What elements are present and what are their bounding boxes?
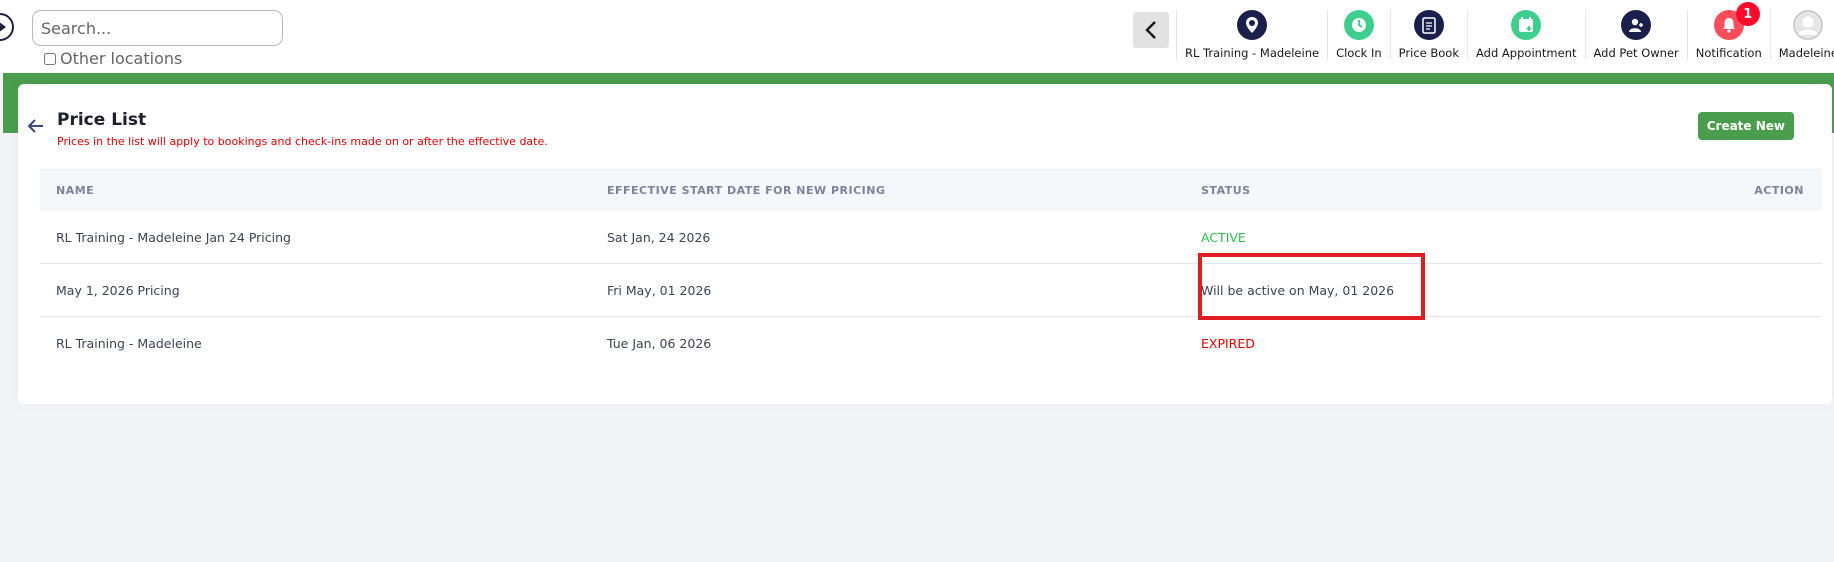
header-name[interactable]: NAME [40, 184, 607, 197]
avatar-icon [1793, 10, 1824, 40]
nav-notification[interactable]: 1 Notification [1686, 2, 1770, 60]
nav-clock-in-label: Clock In [1336, 46, 1382, 60]
row-date: Sat Jan, 24 2026 [607, 229, 711, 245]
nav-user-profile[interactable]: Madeleine [1769, 10, 1834, 60]
page-subtitle: Prices in the list will apply to booking… [57, 135, 548, 148]
sidebar-toggle-button[interactable] [0, 13, 14, 41]
nav-price-book[interactable]: Price Book [1389, 10, 1467, 60]
row-status: EXPIRED [1201, 336, 1255, 351]
table-row[interactable]: May 1, 2026 Pricing Fri May, 01 2026 Wil… [40, 264, 1822, 317]
row-date: Fri May, 01 2026 [607, 282, 712, 298]
add-user-icon [1621, 10, 1652, 40]
nav-clock-in[interactable]: Clock In [1327, 10, 1390, 60]
price-list-table: NAME EFFECTIVE START DATE FOR NEW PRICIN… [40, 169, 1822, 370]
nav-notification-label: Notification [1695, 46, 1762, 60]
row-name[interactable]: RL Training - Madeleine Jan 24 Pricing [40, 230, 607, 245]
row-name[interactable]: May 1, 2026 Pricing [40, 283, 607, 298]
table-row[interactable]: RL Training - Madeleine Jan 24 Pricing S… [40, 211, 1822, 264]
top-nav: RL Training - Madeleine Clock In Price B… [1176, 2, 1834, 60]
nav-location-label: RL Training - Madeleine [1185, 46, 1320, 60]
nav-add-appointment[interactable]: Add Appointment [1467, 10, 1585, 60]
table-header: NAME EFFECTIVE START DATE FOR NEW PRICIN… [40, 169, 1822, 211]
calendar-plus-icon [1511, 10, 1542, 40]
search-input[interactable] [32, 10, 283, 46]
collapse-nav-button[interactable] [1133, 12, 1169, 48]
arrow-left-icon [27, 119, 43, 133]
page-back-button[interactable] [27, 118, 44, 137]
bell-icon: 1 [1713, 2, 1760, 40]
nav-add-appointment-label: Add Appointment [1476, 46, 1577, 60]
nav-price-book-label: Price Book [1398, 46, 1460, 60]
other-locations-check[interactable] [44, 52, 56, 65]
chevron-left-icon [1145, 21, 1156, 39]
location-pin-icon [1237, 10, 1268, 40]
row-status: ACTIVE [1201, 229, 1246, 245]
nav-user-label: Madeleine [1778, 46, 1834, 60]
other-locations-checkbox[interactable]: Other locations [44, 49, 182, 68]
header-action: ACTION [1754, 184, 1804, 197]
clock-icon [1343, 10, 1374, 40]
header-effective-date[interactable]: EFFECTIVE START DATE FOR NEW PRICING [607, 184, 1201, 197]
notification-badge: 1 [1735, 2, 1760, 26]
nav-add-pet-owner[interactable]: Add Pet Owner [1584, 10, 1687, 60]
row-date: Tue Jan, 06 2026 [607, 336, 712, 351]
price-list-card: Price List Prices in the list will apply… [18, 84, 1832, 404]
document-icon [1413, 10, 1444, 40]
row-status: Will be active on May, 01 2026 [1201, 282, 1395, 298]
page-title: Price List [57, 110, 147, 130]
nav-add-pet-owner-label: Add Pet Owner [1593, 46, 1679, 60]
nav-location[interactable]: RL Training - Madeleine [1176, 10, 1327, 60]
chevron-right-icon [0, 22, 6, 32]
header-status[interactable]: STATUS [1201, 184, 1687, 197]
table-row[interactable]: RL Training - Madeleine Tue Jan, 06 2026… [40, 317, 1822, 370]
row-name[interactable]: RL Training - Madeleine [40, 336, 607, 351]
top-bar: Other locations RL Training - Madeleine … [0, 0, 1834, 73]
other-locations-label: Other locations [60, 49, 183, 68]
create-new-button[interactable]: Create New [1697, 112, 1794, 140]
